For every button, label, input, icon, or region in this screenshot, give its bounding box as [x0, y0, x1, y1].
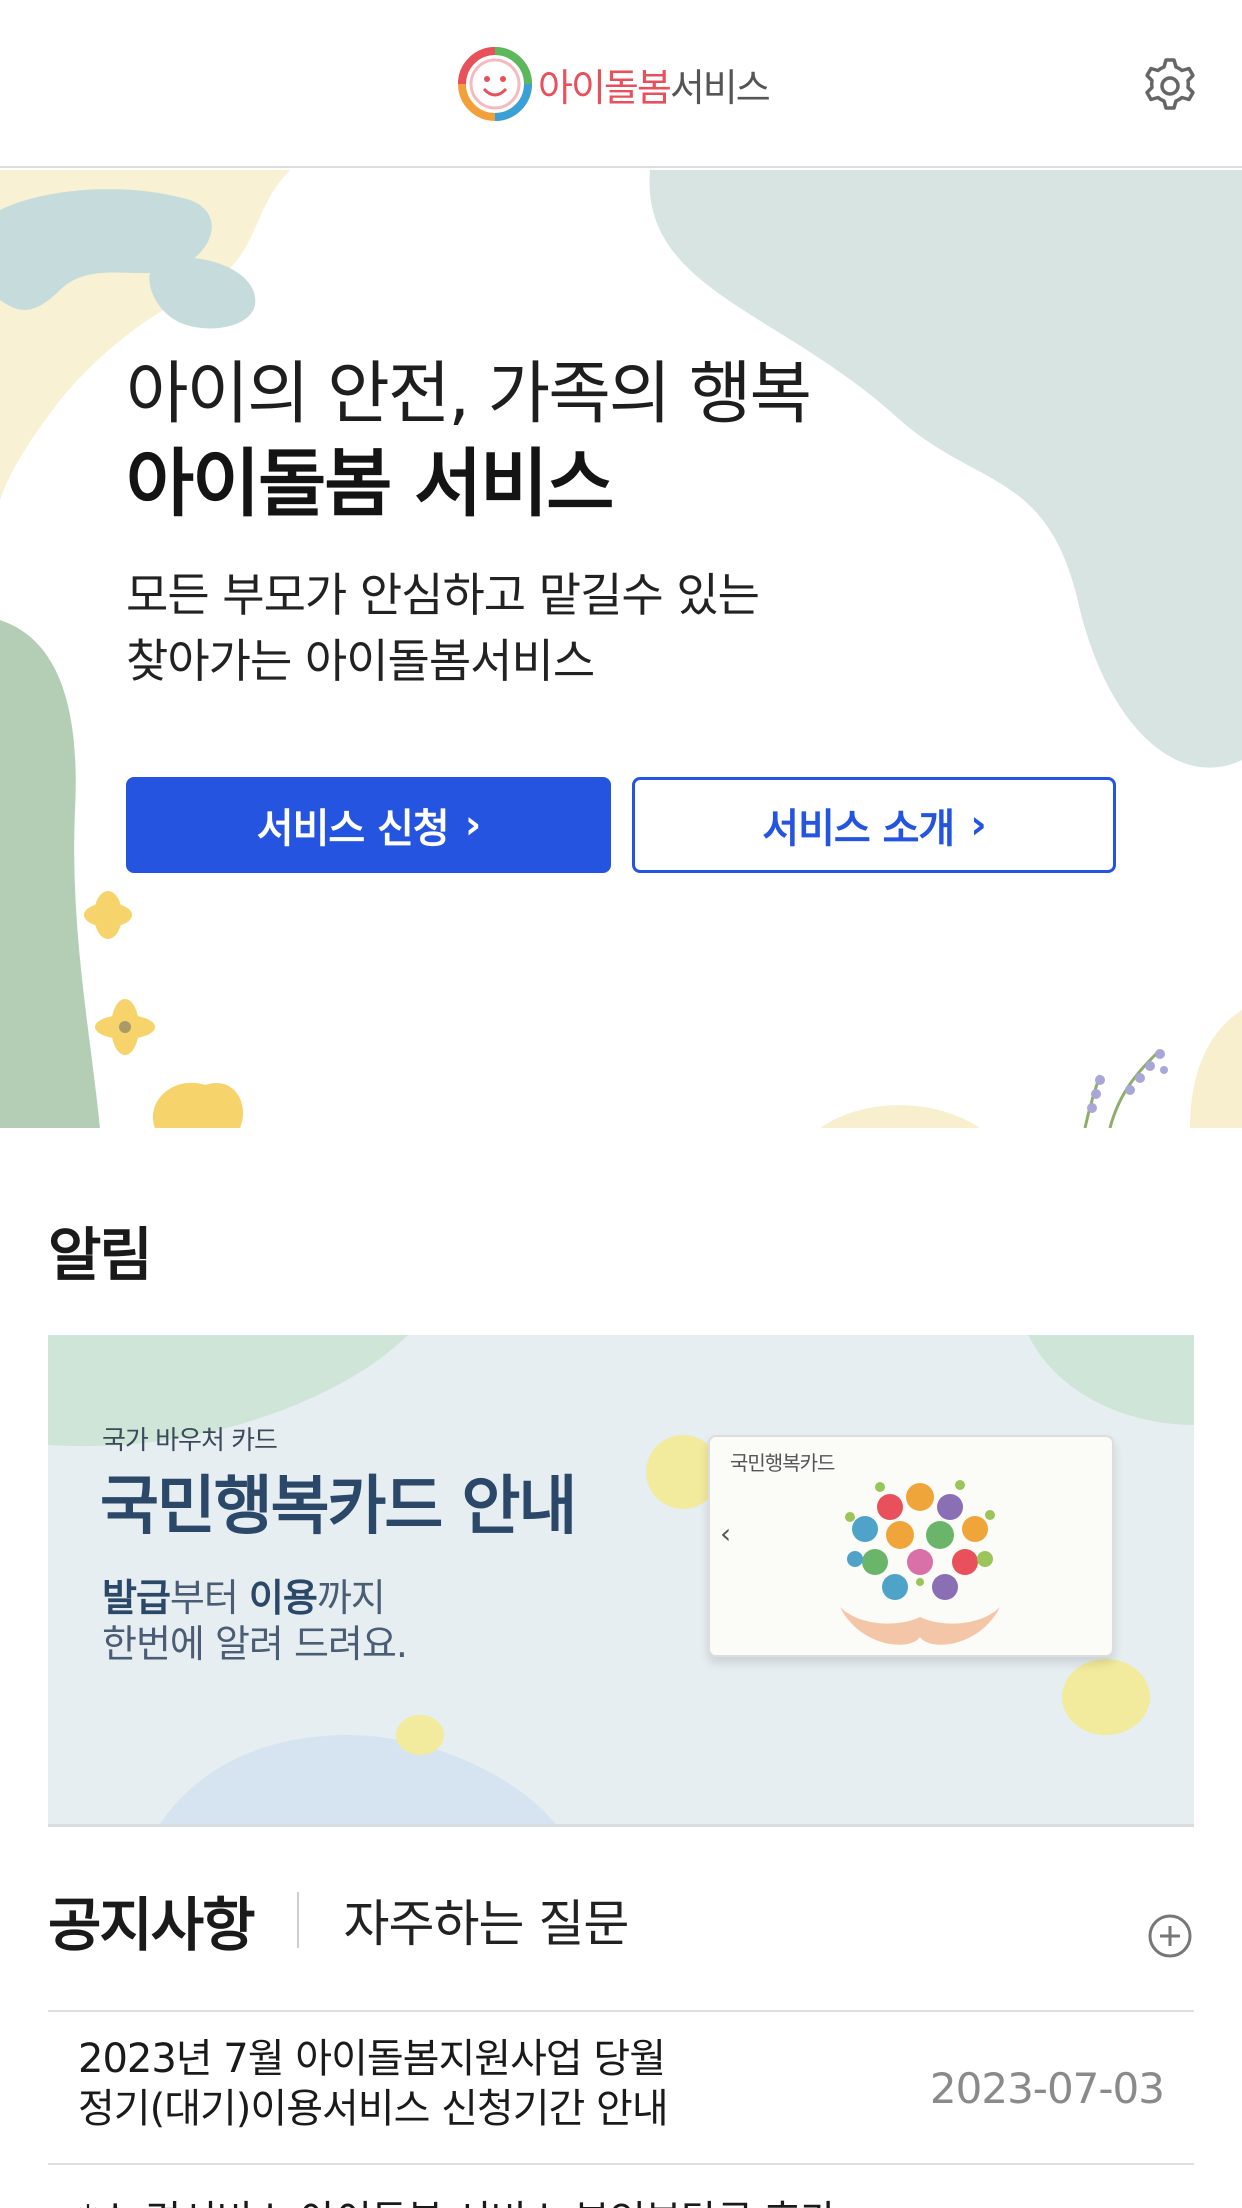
banner-desc-strong: 발급 — [102, 1576, 171, 1620]
gear-icon[interactable] — [1140, 56, 1200, 116]
family-tree-icon — [840, 1480, 1000, 1645]
hero-title: 아이의 안전, 가족의 행복 — [126, 355, 812, 434]
notice-date: 2023-07-03 — [929, 2064, 1165, 2113]
service-apply-label: 서비스 신청 — [256, 806, 450, 852]
chevron-right-icon: › — [970, 802, 987, 848]
chevron-right-icon: › — [464, 802, 482, 848]
smiley-logo-icon — [458, 47, 532, 121]
banner-desc-text: 까지 — [316, 1576, 386, 1620]
happy-card-banner[interactable]: 국가 바우처 카드 국민행복카드 안내 발급부터 이용까지 한번에 알려 드려요… — [48, 1335, 1194, 1827]
banner-title: 국민행복카드 안내 — [100, 1470, 577, 1544]
brand-name: 아이돌봄 — [538, 65, 672, 110]
banner-desc-strong: 이용 — [248, 1576, 318, 1620]
notice-title-line2: 정기(대기)이용서비스 신청기간 안내 — [78, 2086, 669, 2132]
app-logo[interactable]: 아이돌봄서비스 — [458, 46, 771, 122]
banner-desc-text: 부터 — [169, 1576, 249, 1620]
notice-title: 2023년 7월 아이돌봄지원사업 당월 정기(대기)이용서비스 신청기간 안내 — [78, 2034, 669, 2134]
notice-section-title: 알림 — [48, 1221, 153, 1289]
banner-description: 발급부터 이용까지 한번에 알려 드려요. — [102, 1575, 408, 1667]
notice-item[interactable]: 2023년 7월 아이돌봄지원사업 당월 정기(대기)이용서비스 신청기간 안내… — [48, 2014, 1194, 2162]
service-intro-button[interactable]: 서비스 소개 › — [632, 777, 1116, 873]
hero-subtitle-line1: 모든 부모가 안심하고 맡길수 있는 — [126, 568, 760, 622]
app-title: 아이돌봄서비스 — [538, 57, 771, 112]
tab-divider — [297, 1892, 300, 1948]
divider — [48, 2163, 1194, 2165]
app-header: 아이돌봄서비스 — [0, 0, 1242, 168]
service-apply-button[interactable]: 서비스 신청 › — [126, 777, 611, 873]
chevron-left-icon: ‹ — [720, 1517, 732, 1550]
board-tabs: 공지사항 자주하는 질문 — [48, 1878, 629, 1962]
tab-notices[interactable]: 공지사항 — [48, 1878, 255, 1962]
divider — [48, 2010, 1194, 2012]
plus-circle-icon[interactable] — [1147, 1913, 1193, 1959]
hero-subtitle-line2: 찾아가는 아이돌봄서비스 — [126, 634, 595, 688]
happy-card-image: 국민행복카드 ‹ — [708, 1435, 1114, 1657]
notice-title: *소 경서비스 아이돌봄 서비스 본인부담금 휴가 — [78, 2188, 837, 2208]
card-label: 국민행복카드 — [730, 1451, 835, 1475]
banner-desc-line2: 한번에 알려 드려요. — [102, 1622, 408, 1666]
notice-item[interactable]: *소 경서비스 아이돌봄 서비스 본인부담금 휴가 — [48, 2168, 1194, 2208]
service-intro-label: 서비스 소개 — [762, 806, 955, 852]
brand-suffix: 서비스 — [669, 65, 771, 110]
banner-eyebrow: 국가 바우처 카드 — [102, 1426, 278, 1456]
tab-faq[interactable]: 자주하는 질문 — [343, 1884, 629, 1956]
hero-title-strong: 아이돌봄 서비스 — [126, 441, 614, 527]
hero-banner: 아이의 안전, 가족의 행복 아이돌봄 서비스 모든 부모가 안심하고 맡길수 … — [0, 170, 1242, 1128]
hero-subtitle: 모든 부모가 안심하고 맡길수 있는 찾아가는 아이돌봄서비스 — [126, 562, 760, 694]
notice-title-line1: 2023년 7월 아이돌봄지원사업 당월 — [78, 2036, 666, 2082]
